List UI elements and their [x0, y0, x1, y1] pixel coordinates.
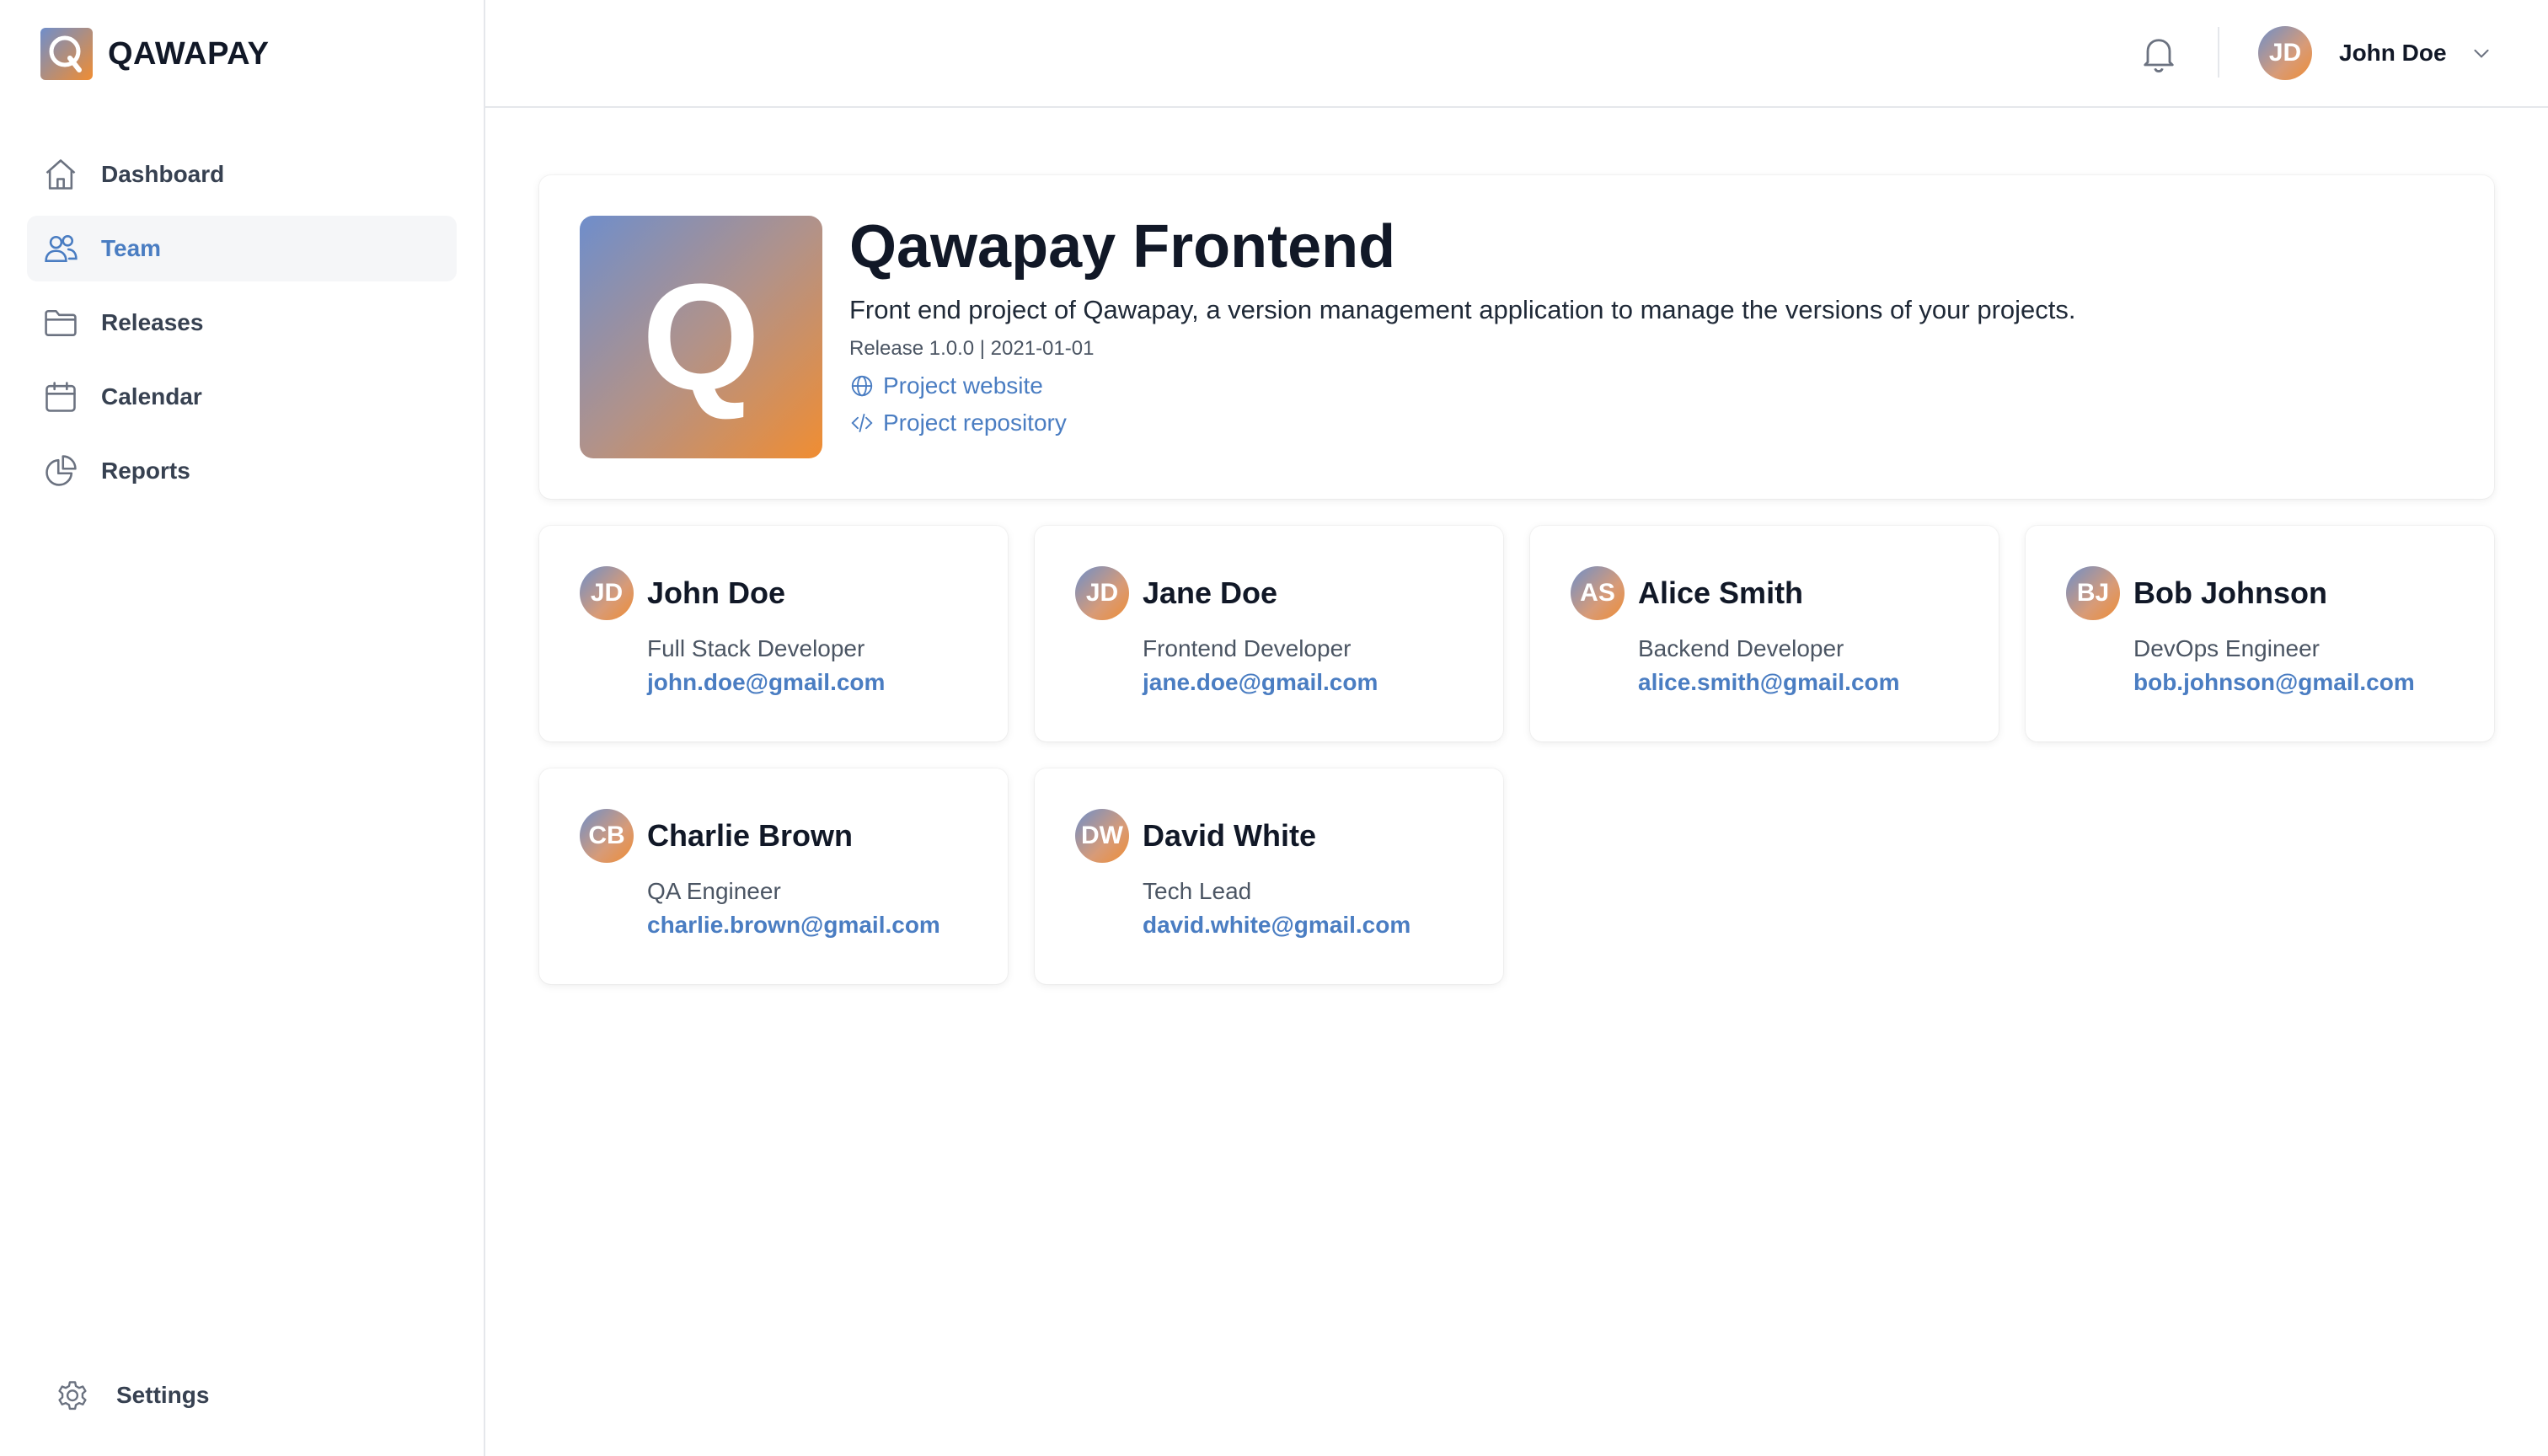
member-header: DW David White [1075, 809, 1316, 863]
calendar-icon [42, 378, 79, 415]
project-description: Front end project of Qawapay, a version … [849, 294, 2076, 324]
sidebar-item-dashboard[interactable]: Dashboard [27, 142, 457, 207]
avatar: AS [1571, 566, 1625, 620]
brand[interactable]: QAWAPAY [40, 27, 269, 81]
users-icon [42, 230, 79, 267]
sidebar-item-label: Calendar [101, 383, 202, 410]
team-member-card[interactable]: CB Charlie Brown QA Engineer charlie.bro… [539, 768, 1008, 984]
settings-button[interactable]: Settings [54, 1372, 209, 1419]
avatar: BJ [2066, 566, 2120, 620]
home-icon [42, 156, 79, 193]
project-logo: Q [580, 216, 822, 458]
member-role: Frontend Developer [1143, 635, 1352, 661]
sidebar: QAWAPAY Dashboard Team Releases Calendar… [0, 0, 485, 1456]
gear-icon [58, 1381, 87, 1410]
member-header: JD Jane Doe [1075, 566, 1277, 620]
sidebar-nav: Dashboard Team Releases Calendar Reports [27, 142, 457, 512]
member-name: Jane Doe [1143, 575, 1278, 610]
avatar: DW [1075, 809, 1129, 863]
avatar: JD [580, 566, 634, 620]
avatar: JD [2258, 26, 2312, 80]
team-member-card[interactable]: JD Jane Doe Frontend Developer jane.doe@… [1035, 526, 1503, 741]
member-header: CB Charlie Brown [580, 809, 853, 863]
sidebar-item-releases[interactable]: Releases [27, 290, 457, 356]
globe-icon [851, 375, 873, 397]
project-website-link[interactable]: Project website [849, 372, 1043, 399]
member-name: Bob Johnson [2133, 575, 2327, 610]
folder-icon [42, 304, 79, 341]
app-root: QAWAPAY Dashboard Team Releases Calendar… [0, 0, 2548, 1456]
project-website-label: Project website [883, 372, 1043, 399]
brand-name: QAWAPAY [108, 35, 270, 72]
sidebar-item-label: Dashboard [101, 161, 225, 187]
chevron-down-icon [2474, 49, 2489, 58]
team-member-card[interactable]: BJ Bob Johnson DevOps Engineer bob.johns… [2026, 526, 2494, 741]
pie-chart-icon [42, 452, 79, 490]
member-name: Charlie Brown [647, 818, 854, 853]
sidebar-item-team[interactable]: Team [27, 216, 457, 281]
member-header: JD John Doe [580, 566, 785, 620]
bell-icon[interactable] [2137, 32, 2181, 76]
project-title: Qawapay Frontend [849, 213, 1396, 281]
member-name: David White [1143, 818, 1317, 853]
member-name: Alice Smith [1638, 575, 1804, 610]
avatar: CB [580, 809, 634, 863]
team-member-card[interactable]: DW David White Tech Lead david.white@gma… [1035, 768, 1503, 984]
settings-label: Settings [116, 1382, 210, 1408]
member-role: Full Stack Developer [647, 635, 865, 661]
project-info: Qawapay Frontend Front end project of Qa… [849, 213, 2450, 436]
member-name: John Doe [647, 575, 786, 610]
header-divider [2218, 27, 2219, 78]
member-email-link[interactable]: alice.smith@gmail.com [1638, 669, 1900, 696]
member-role: QA Engineer [647, 878, 781, 904]
project-release-meta: Release 1.0.0 | 2021-01-01 [849, 336, 1095, 360]
qawapay-logo-icon [40, 28, 93, 80]
sidebar-item-label: Reports [101, 458, 190, 484]
member-header: BJ Bob Johnson [2066, 566, 2327, 620]
member-email-link[interactable]: bob.johnson@gmail.com [2133, 669, 2415, 696]
team-member-card[interactable]: JD John Doe Full Stack Developer john.do… [539, 526, 1008, 741]
team-member-card[interactable]: AS Alice Smith Backend Developer alice.s… [1530, 526, 1999, 741]
project-card: Q Qawapay Frontend Front end project of … [539, 175, 2494, 499]
member-email-link[interactable]: jane.doe@gmail.com [1143, 669, 1378, 696]
project-repository-link[interactable]: Project repository [849, 410, 1067, 436]
user-menu[interactable]: JD John Doe [2258, 25, 2492, 81]
member-role: DevOps Engineer [2133, 635, 2320, 661]
member-role: Backend Developer [1638, 635, 1844, 661]
sidebar-item-calendar[interactable]: Calendar [27, 364, 457, 430]
member-header: AS Alice Smith [1571, 566, 1803, 620]
member-email-link[interactable]: david.white@gmail.com [1143, 912, 1410, 939]
project-repository-label: Project repository [883, 409, 1067, 436]
member-email-link[interactable]: john.doe@gmail.com [647, 669, 885, 696]
member-email-link[interactable]: charlie.brown@gmail.com [647, 912, 940, 939]
sidebar-item-reports[interactable]: Reports [27, 438, 457, 504]
avatar: JD [1075, 566, 1129, 620]
sidebar-item-label: Releases [101, 309, 204, 335]
member-role: Tech Lead [1143, 878, 1252, 904]
sidebar-item-label: Team [101, 235, 162, 261]
code-icon [851, 413, 873, 432]
user-name: John Doe [2339, 40, 2447, 66]
top-header: JD John Doe [485, 0, 2548, 108]
